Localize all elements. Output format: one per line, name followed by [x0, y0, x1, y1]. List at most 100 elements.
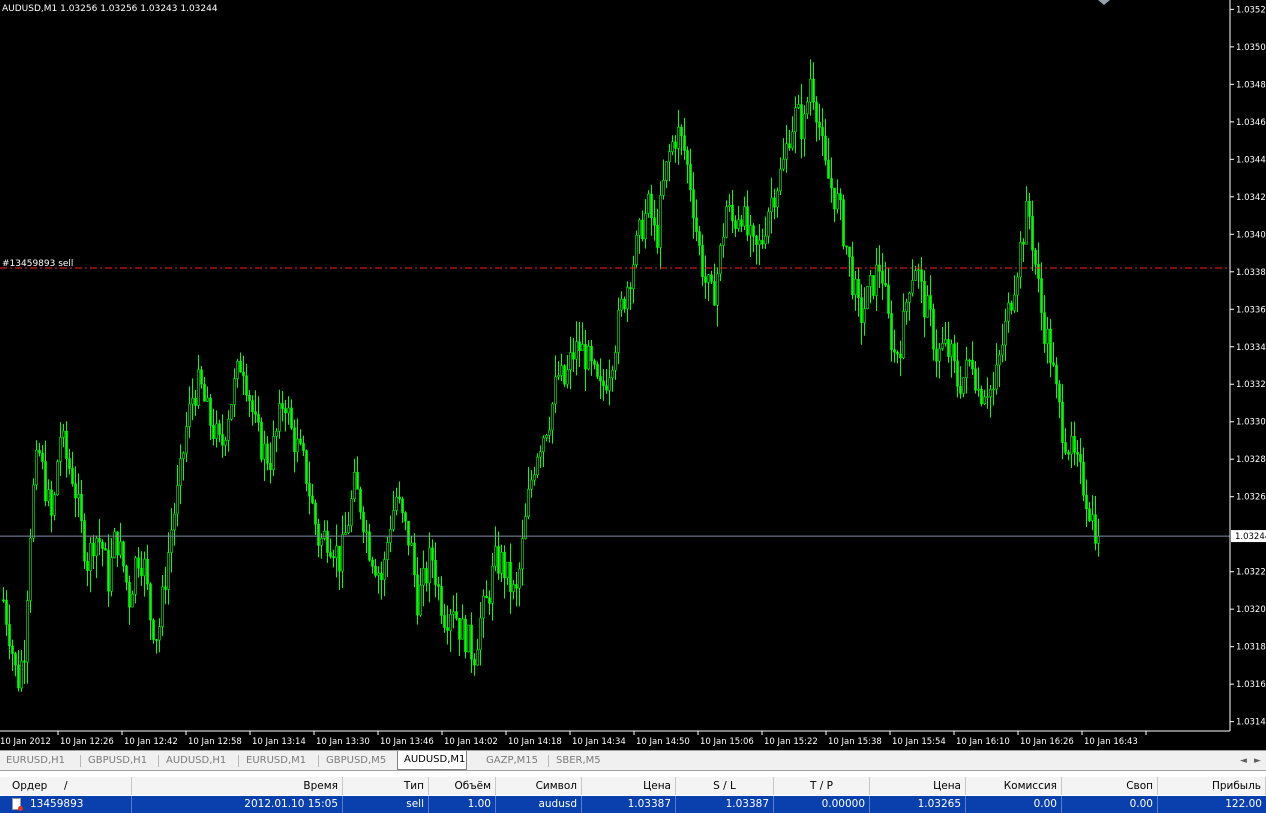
candle-body [566, 369, 569, 385]
header-profit[interactable]: Прибыль [1158, 777, 1266, 795]
candle-body [380, 572, 383, 580]
candle-body [1097, 535, 1100, 544]
candle-body [470, 624, 473, 660]
candle-body [614, 352, 617, 371]
candle-body [1058, 383, 1061, 403]
candle-body [539, 451, 542, 458]
candle-body [356, 471, 359, 490]
time-tick-label: 10 Jan 15:54 [892, 737, 946, 747]
header-price[interactable]: Цена [582, 777, 676, 795]
price-tick-label: 1.03385 [1236, 268, 1266, 278]
candle-body [1025, 200, 1028, 245]
order-tp: 0.00000 [774, 796, 870, 813]
candle-body [302, 443, 305, 451]
header-sl[interactable]: S / L [676, 777, 774, 795]
candle-body [584, 344, 587, 370]
candle-body [152, 619, 155, 640]
candle-body [554, 376, 557, 405]
chart-area[interactable]: AUDUSD,M1 1.03256 1.03256 1.03243 1.0324… [0, 0, 1266, 750]
chart-shift-marker-icon[interactable] [1098, 0, 1110, 5]
candle-body [128, 582, 131, 608]
candle-body [644, 213, 647, 240]
candle-body [497, 546, 500, 574]
candle-body [11, 645, 14, 654]
candle-body [629, 287, 632, 290]
order-sl: 1.03387 [676, 796, 774, 813]
candle-body [218, 423, 221, 435]
candle-body [605, 385, 608, 391]
tab-gbpusd-h1[interactable]: GBPUSD,H1 [82, 753, 156, 769]
candle-body [719, 245, 722, 275]
header-current-price[interactable]: Цена [870, 777, 966, 795]
candle-body [224, 440, 227, 446]
tab-scroll-left-icon[interactable]: ◄ [1240, 754, 1247, 768]
order-symbol: audusd [496, 796, 582, 813]
candle-body [503, 551, 506, 579]
candle-body [137, 557, 140, 569]
time-tick-label: 10 Jan 15:06 [700, 737, 754, 747]
candle-body [923, 281, 926, 318]
candle-body [80, 493, 83, 521]
candle-body [329, 552, 332, 557]
tab-audusd-h1[interactable]: AUDUSD,H1 [160, 753, 236, 769]
tab-audusd-m1[interactable]: AUDUSD,M1 [397, 751, 467, 770]
candle-body [398, 496, 401, 500]
header-sort-indicator[interactable]: / [60, 777, 132, 795]
candle-body [227, 418, 230, 441]
tab-separator [318, 755, 319, 767]
candle-body [863, 308, 866, 323]
candle-body [506, 561, 509, 579]
header-swap[interactable]: Своп [1062, 777, 1158, 795]
candle-body [800, 104, 803, 140]
table-row[interactable]: 13459893 2012.01.10 15:05 sell 1.00 audu… [0, 796, 1266, 813]
candle-body [173, 513, 176, 531]
header-symbol[interactable]: Символ [496, 777, 582, 795]
candle-body [518, 568, 521, 589]
candle-body [713, 281, 716, 306]
candle-body [593, 360, 596, 365]
candle-body [920, 269, 923, 282]
candle-body [830, 178, 833, 189]
candle-body [638, 219, 641, 236]
tab-scroll-right-icon[interactable]: ► [1254, 754, 1261, 768]
header-time[interactable]: Время [132, 777, 343, 795]
tab-gbpusd-m5[interactable]: GBPUSD,M5 [320, 753, 393, 769]
candle-body [134, 557, 137, 595]
candle-body [287, 407, 290, 414]
candle-body [743, 206, 746, 227]
candle-body [509, 561, 512, 592]
candle-body [434, 559, 437, 585]
candle-body [260, 421, 263, 460]
candle-body [656, 224, 659, 248]
header-order[interactable]: Ордер [0, 777, 60, 795]
header-volume[interactable]: Объём [429, 777, 496, 795]
candle-body [1091, 514, 1094, 521]
candle-body [476, 649, 479, 666]
price-tick-label: 1.03205 [1236, 605, 1266, 615]
header-type[interactable]: Тип [343, 777, 429, 795]
candle-body [464, 618, 467, 653]
header-commission[interactable]: Комиссия [966, 777, 1062, 795]
header-tp[interactable]: T / P [774, 777, 870, 795]
candle-body [365, 531, 368, 534]
candle-body [125, 565, 128, 583]
candle-body [428, 547, 431, 584]
tab-separator [80, 755, 81, 767]
candle-body [515, 584, 518, 589]
candle-body [332, 556, 335, 559]
candle-body [1046, 328, 1049, 344]
price-chart[interactable]: AUDUSD,M1 1.03256 1.03256 1.03243 1.0324… [0, 0, 1266, 750]
candle-body [575, 341, 578, 360]
candle-body [482, 595, 485, 619]
candle-body [950, 343, 953, 357]
tab-sber-m5[interactable]: SBER,M5 [550, 753, 610, 769]
candle-body [272, 436, 275, 470]
candle-body [1082, 461, 1085, 496]
candle-body [68, 458, 71, 469]
candle-body [395, 496, 398, 511]
candle-body [779, 168, 782, 192]
tab-eurusd-m1[interactable]: EURUSD,M1 [240, 753, 316, 769]
candle-body [557, 375, 560, 378]
tab-gazp-m15[interactable]: GAZP,M15 [480, 753, 546, 769]
tab-eurusd-h1[interactable]: EURUSD,H1 [0, 753, 78, 769]
